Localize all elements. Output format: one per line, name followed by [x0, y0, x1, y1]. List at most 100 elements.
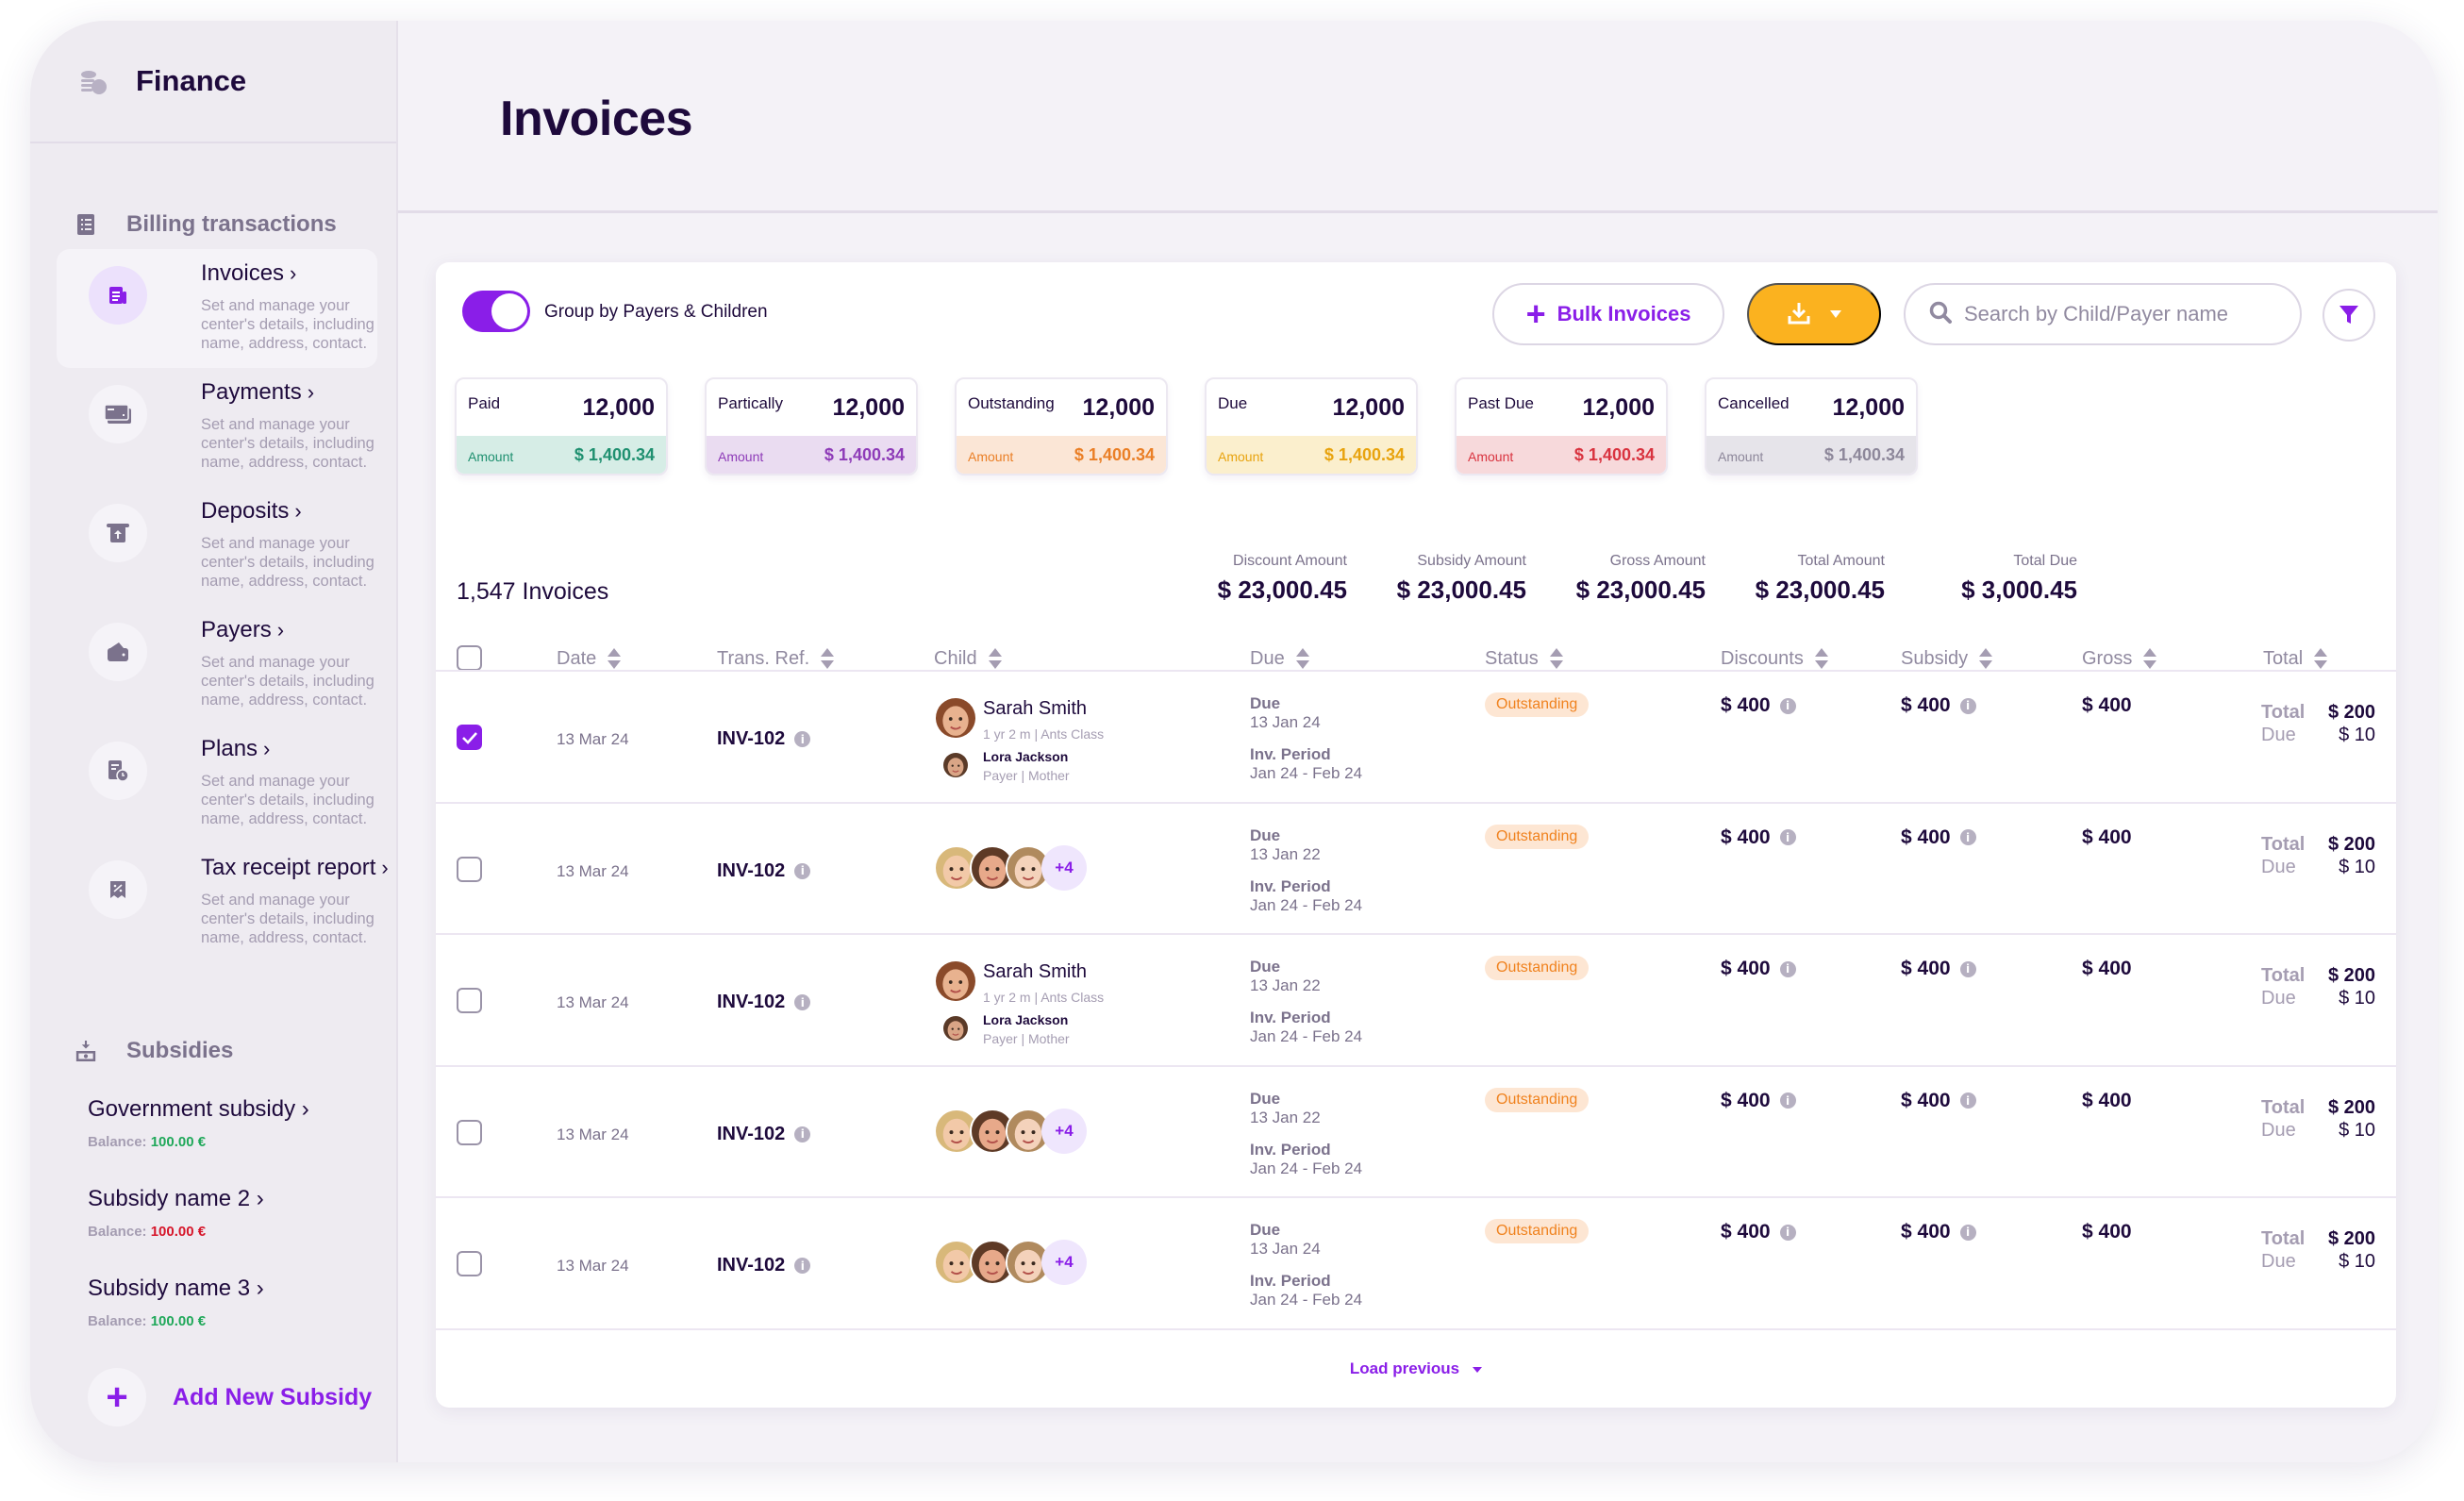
- download-icon: [1786, 300, 1812, 329]
- add-subsidy-label: Add New Subsidy: [173, 1383, 373, 1410]
- sidebar: Finance Billing transactions Invoices › S…: [30, 21, 398, 1462]
- column-label: Child: [934, 647, 977, 669]
- column-header-subsidy[interactable]: Subsidy: [1901, 647, 1993, 670]
- trans-ref[interactable]: INV-102 i: [717, 728, 811, 750]
- sidebar-item-payments[interactable]: Payments › Set and manage your center's d…: [57, 368, 377, 487]
- info-icon[interactable]: i: [1779, 1224, 1796, 1241]
- info-icon[interactable]: i: [1779, 960, 1796, 977]
- trans-ref[interactable]: INV-102 i: [717, 860, 811, 882]
- filter-icon: [2338, 303, 2360, 328]
- info-icon[interactable]: i: [794, 731, 811, 747]
- discount-amount: $ 400 i: [1721, 958, 1796, 980]
- trans-ref[interactable]: INV-102 i: [717, 992, 811, 1013]
- search-input[interactable]: [1964, 302, 2266, 326]
- status-card-outstanding[interactable]: Outstanding 12,000 Amount $ 1,400.34: [955, 377, 1168, 475]
- status-card-amount-bar: Amount $ 1,400.34: [457, 436, 666, 474]
- subsidy-item[interactable]: Subsidy name 2 › Balance: 100.00 €: [88, 1186, 264, 1240]
- more-children-badge[interactable]: +4: [1041, 1108, 1087, 1154]
- subsidy-amount: $ 400 i: [1901, 958, 1976, 980]
- row-checkbox[interactable]: [457, 725, 482, 750]
- row-checkbox[interactable]: [457, 856, 482, 882]
- info-icon[interactable]: i: [1779, 1092, 1796, 1109]
- main-header: Invoices: [398, 21, 2438, 213]
- info-icon[interactable]: i: [794, 1258, 811, 1274]
- column-header-date[interactable]: Date: [557, 647, 622, 670]
- more-children-badge[interactable]: +4: [1041, 1240, 1087, 1285]
- column-header-total[interactable]: Total: [2263, 647, 2328, 670]
- chevron-right-icon: ›: [307, 380, 315, 404]
- column-header-trans-ref[interactable]: Trans. Ref.: [717, 647, 835, 670]
- gross-amount: $ 400: [2082, 1089, 2132, 1111]
- subsidies-section-title: Subsidies: [75, 1038, 233, 1064]
- info-icon[interactable]: i: [1959, 1092, 1976, 1109]
- app-title: Finance: [136, 64, 247, 97]
- trans-ref-value: INV-102: [717, 728, 786, 749]
- column-header-status[interactable]: Status: [1485, 647, 1563, 670]
- payer-avatar: [941, 1014, 970, 1042]
- caret-down-icon: [1473, 1366, 1483, 1373]
- status-card-partically[interactable]: Partically 12,000 Amount $ 1,400.34: [705, 377, 918, 475]
- info-icon[interactable]: i: [1959, 697, 1976, 714]
- column-header-due[interactable]: Due: [1250, 647, 1309, 670]
- due-label: Due: [1250, 1089, 1281, 1108]
- sidebar-item-label: Tax receipt report: [201, 855, 376, 880]
- select-all-checkbox[interactable]: [457, 645, 482, 671]
- period-label: Inv. Period: [1250, 1140, 1331, 1159]
- table-row[interactable]: 13 Mar 24 INV-102 i Sarah Smith 1 yr 2 m | A…: [436, 933, 2396, 1064]
- column-header-gross[interactable]: Gross: [2082, 647, 2157, 670]
- subsidy-amount: $ 400 i: [1901, 826, 1976, 849]
- table-row[interactable]: 13 Mar 24 INV-102 i +4 Due 13 Jan 22 Inv. Peri…: [436, 801, 2396, 933]
- row-checkbox[interactable]: [457, 1119, 482, 1145]
- status-card-count: 12,000: [582, 394, 655, 421]
- column-header-discounts[interactable]: Discounts: [1721, 647, 1828, 670]
- add-new-subsidy-button[interactable]: + Add New Subsidy: [88, 1368, 372, 1426]
- trans-ref[interactable]: INV-102 i: [717, 1255, 811, 1276]
- info-icon[interactable]: i: [1779, 829, 1796, 845]
- info-icon[interactable]: i: [794, 994, 811, 1010]
- load-previous-button[interactable]: Load previous: [436, 1359, 2396, 1378]
- subsidy-item[interactable]: Subsidy name 3 › Balance: 100.00 €: [88, 1276, 264, 1329]
- sidebar-item-payers[interactable]: Payers › Set and manage your center's det…: [57, 606, 377, 725]
- invoice-period: Jan 24 - Feb 24: [1250, 895, 1363, 914]
- status-card-amount-label: Amount: [718, 449, 764, 464]
- status-card-paid[interactable]: Paid 12,000 Amount $ 1,400.34: [455, 377, 668, 475]
- info-icon[interactable]: i: [1959, 1224, 1976, 1241]
- column-header-child[interactable]: Child: [934, 647, 1002, 670]
- row-checkbox[interactable]: [457, 1251, 482, 1276]
- status-card-amount: $ 1,400.34: [1324, 445, 1405, 464]
- bulk-invoices-button[interactable]: + Bulk Invoices: [1492, 283, 1724, 345]
- search-field[interactable]: [1904, 283, 2302, 345]
- sidebar-item-invoices[interactable]: Invoices › Set and manage your center's d…: [57, 249, 377, 368]
- status-card-due[interactable]: Due 12,000 Amount $ 1,400.34: [1205, 377, 1418, 475]
- sidebar-item-deposits[interactable]: Deposits › Set and manage your center's d…: [57, 487, 377, 606]
- info-icon[interactable]: i: [794, 1126, 811, 1142]
- due-label: Due: [1250, 826, 1281, 844]
- info-icon[interactable]: i: [1959, 960, 1976, 977]
- status-badge: Outstanding: [1485, 692, 1590, 717]
- status-card-past-due[interactable]: Past Due 12,000 Amount $ 1,400.34: [1455, 377, 1668, 475]
- table-row[interactable]: 13 Mar 24 INV-102 i Sarah Smith 1 yr 2 m | A…: [436, 670, 2396, 801]
- total-value: $ 200: [2327, 1228, 2375, 1249]
- more-children-badge[interactable]: +4: [1041, 844, 1087, 891]
- invoices-panel: Group by Payers & Children + Bulk Invoic…: [436, 262, 2396, 1408]
- group-by-toggle[interactable]: [462, 291, 530, 332]
- invoice-period: Jan 24 - Feb 24: [1250, 764, 1363, 782]
- row-checkbox[interactable]: [457, 988, 482, 1013]
- trans-ref[interactable]: INV-102 i: [717, 1124, 811, 1145]
- table-row[interactable]: 13 Mar 24 INV-102 i +4 Due 13 Jan 22 Inv. Peri…: [436, 1064, 2396, 1196]
- sidebar-item-tax-receipt-report[interactable]: Tax receipt report › Set and manage your …: [57, 843, 389, 962]
- info-icon[interactable]: i: [1959, 829, 1976, 845]
- subsidy-item[interactable]: Government subsidy › Balance: 100.00 €: [88, 1096, 309, 1150]
- child-meta: 1 yr 2 m | Ants Class: [983, 990, 1105, 1005]
- download-button[interactable]: [1747, 283, 1881, 345]
- due-label: Due: [1250, 694, 1281, 712]
- status-card-label: Outstanding: [968, 394, 1055, 412]
- info-icon[interactable]: i: [794, 862, 811, 879]
- sidebar-item-plans[interactable]: Plans › Set and manage your center's deta…: [57, 725, 377, 843]
- filter-button[interactable]: [2322, 289, 2375, 342]
- subsidies-section-label: Subsidies: [126, 1038, 234, 1063]
- balance-value: 100.00 €: [150, 1224, 207, 1240]
- status-card-cancelled[interactable]: Cancelled 12,000 Amount $ 1,400.34: [1705, 377, 1918, 475]
- info-icon[interactable]: i: [1779, 697, 1796, 714]
- table-row[interactable]: 13 Mar 24 INV-102 i +4 Due 13 Jan 24 Inv. Peri…: [436, 1196, 2396, 1327]
